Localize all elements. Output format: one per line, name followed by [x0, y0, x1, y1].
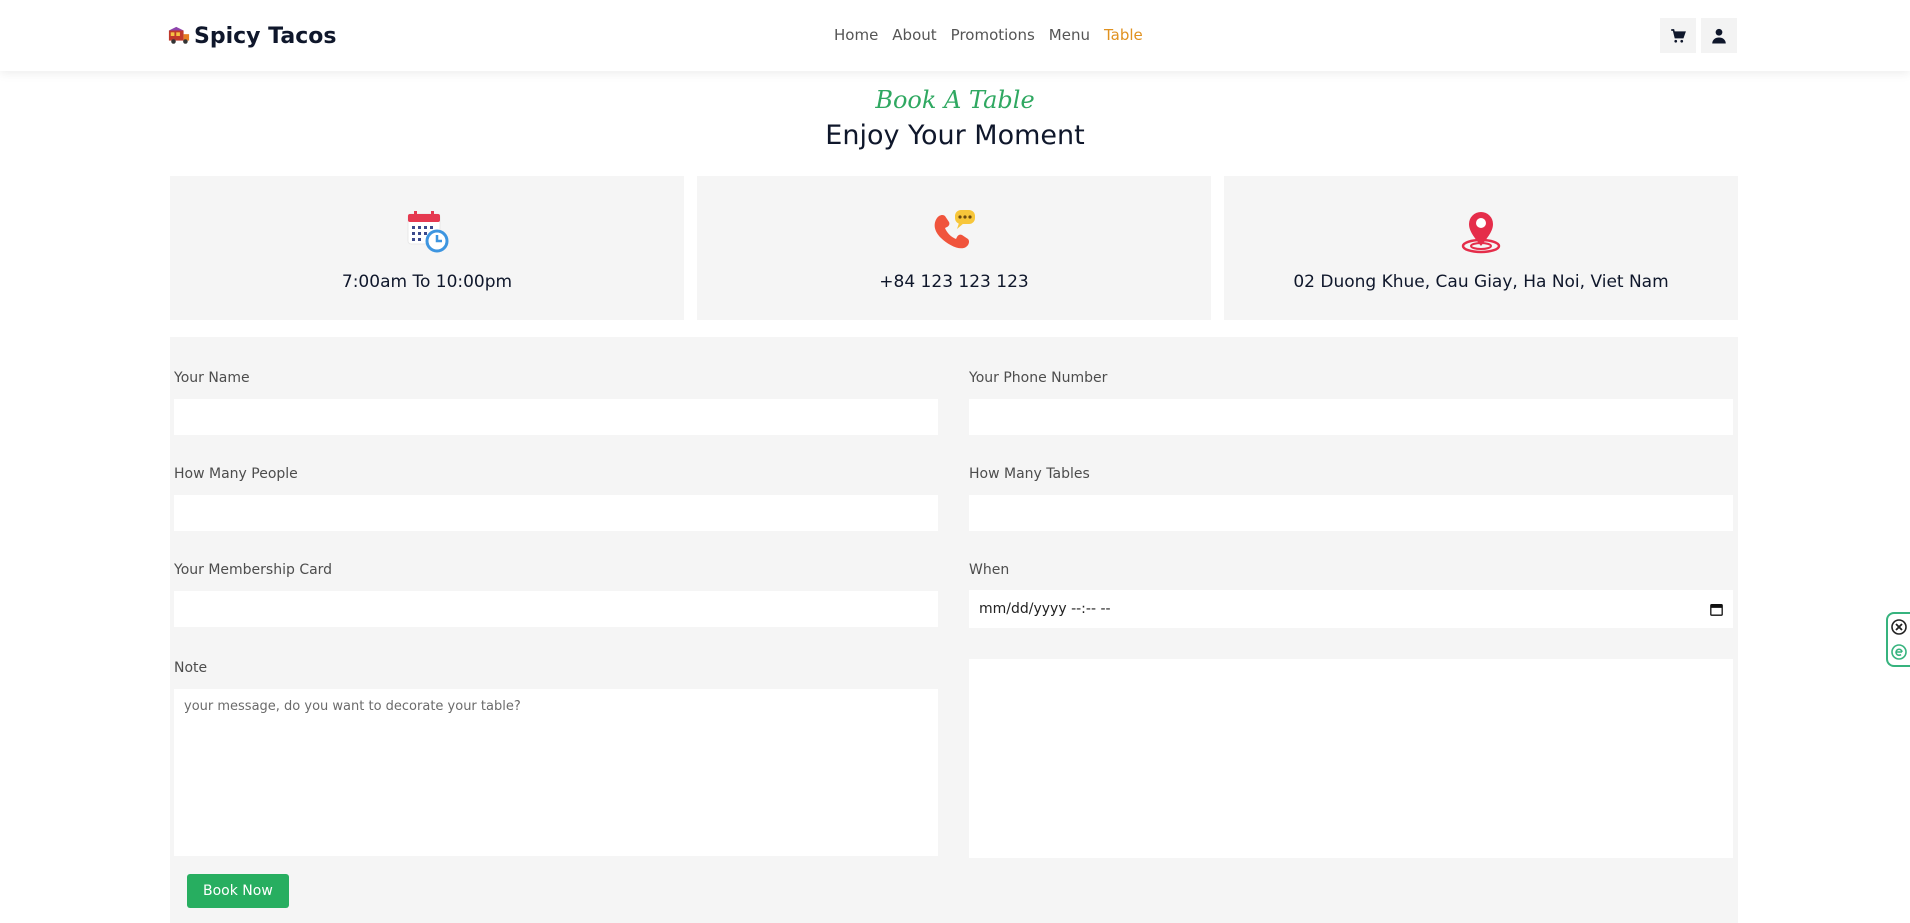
membership-label: Your Membership Card — [174, 562, 333, 578]
tables-field[interactable] — [969, 495, 1733, 531]
when-label: When — [969, 562, 1010, 578]
phone-field[interactable] — [969, 399, 1733, 435]
nav-about[interactable]: About — [892, 24, 936, 46]
extension-icon[interactable] — [1891, 644, 1907, 661]
restaurant-address: 02 Duong Khue, Cau Giay, Ha Noi, Viet Na… — [1293, 272, 1669, 292]
tables-label: How Many Tables — [969, 466, 1090, 482]
membership-field[interactable] — [174, 591, 938, 627]
book-now-button[interactable]: Book Now — [187, 874, 289, 908]
close-icon[interactable] — [1891, 618, 1907, 635]
page-title: Enjoy Your Moment — [825, 120, 1085, 151]
nav-promotions[interactable]: Promotions — [951, 24, 1035, 46]
cart-button[interactable] — [1660, 18, 1696, 53]
user-icon — [1712, 28, 1726, 43]
calendar-clock-icon — [407, 211, 449, 253]
note-field[interactable]: your message, do you want to decorate yo… — [174, 689, 938, 856]
phone-chat-icon — [934, 210, 975, 249]
phone-card: +84 123 123 123 — [697, 176, 1211, 320]
cart-icon — [1671, 28, 1686, 43]
brand-logo[interactable]: Spicy Tacos — [168, 20, 336, 52]
main-nav: Home About Promotions Menu Table — [834, 24, 1157, 46]
datetime-placeholder: mm/dd/yyyy --:-- -- — [979, 601, 1111, 617]
extra-box — [969, 659, 1733, 858]
address-card: 02 Duong Khue, Cau Giay, Ha Noi, Viet Na… — [1224, 176, 1738, 320]
food-truck-icon — [168, 26, 190, 44]
brand-name: Spicy Tacos — [194, 23, 337, 49]
account-button[interactable] — [1701, 18, 1737, 53]
note-placeholder: your message, do you want to decorate yo… — [184, 699, 521, 714]
side-widget[interactable] — [1886, 612, 1910, 667]
name-label: Your Name — [174, 370, 250, 386]
phone-label: Your Phone Number — [969, 370, 1108, 386]
name-field[interactable] — [174, 399, 938, 435]
nav-home[interactable]: Home — [834, 24, 878, 46]
nav-menu[interactable]: Menu — [1049, 24, 1090, 46]
phone-number: +84 123 123 123 — [879, 272, 1029, 292]
nav-table[interactable]: Table — [1104, 24, 1143, 46]
opening-hours: 7:00am To 10:00pm — [341, 272, 513, 292]
people-field[interactable] — [174, 495, 938, 531]
datetime-field[interactable]: mm/dd/yyyy --:-- -- — [969, 590, 1733, 628]
people-label: How Many People — [174, 466, 298, 482]
location-pin-icon — [1461, 212, 1501, 254]
section-kicker: Book A Table — [875, 86, 1035, 114]
note-label: Note — [174, 660, 208, 676]
hours-card: 7:00am To 10:00pm — [170, 176, 684, 320]
calendar-icon[interactable] — [1710, 603, 1723, 616]
top-navbar: Spicy Tacos Home About Promotions Menu T… — [0, 0, 1910, 71]
booking-form: Your Name Your Phone Number How Many Peo… — [170, 337, 1738, 923]
